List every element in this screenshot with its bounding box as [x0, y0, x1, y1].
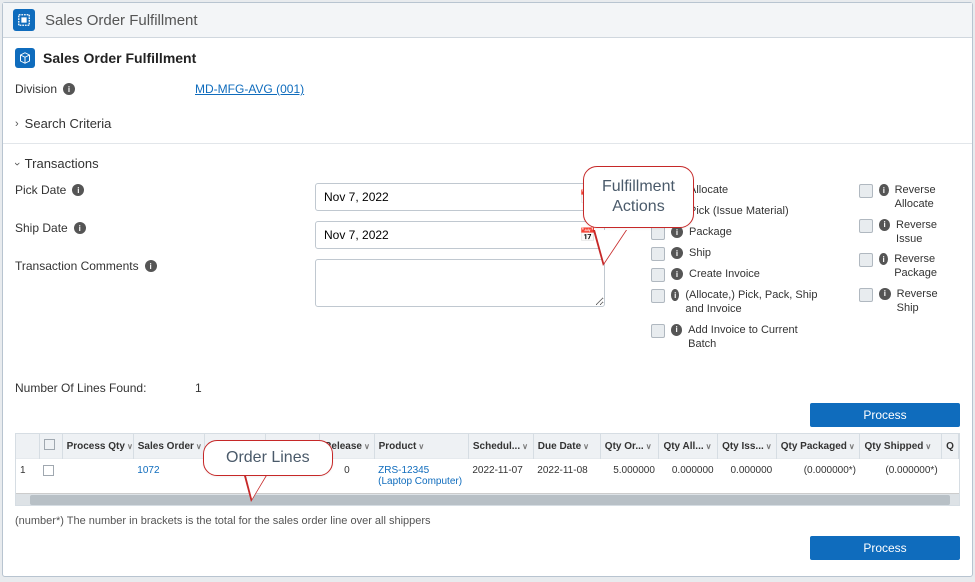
col-due-date[interactable]: Due Date∨ [533, 434, 600, 459]
panel-title: Sales Order Fulfillment [43, 50, 196, 66]
division-link[interactable]: MD-MFG-AVG (001) [195, 82, 304, 96]
transaction-comments-input[interactable] [315, 259, 605, 307]
checkbox-add-invoice-batch[interactable] [651, 324, 665, 338]
ship-date-label: Ship Date i [15, 221, 315, 235]
info-icon[interactable]: i [671, 247, 683, 259]
ship-date-field[interactable] [324, 228, 580, 242]
app-icon [13, 9, 35, 31]
callout-tail-icon [593, 230, 627, 266]
col-qty-ordered[interactable]: Qty Or...∨ [600, 434, 659, 459]
info-icon[interactable]: i [879, 253, 888, 265]
info-icon[interactable]: i [879, 219, 890, 231]
info-icon[interactable]: i [879, 288, 891, 300]
callout-fulfillment-actions: FulfillmentActions [583, 166, 694, 228]
info-icon[interactable]: i [671, 268, 683, 280]
info-icon[interactable]: i [671, 324, 682, 336]
checkbox-reverse-package[interactable] [859, 253, 873, 267]
grid-header-row: Process Qty∨ Sales Order∨ Shipper∨ Line … [16, 434, 959, 459]
col-overflow: Q [942, 434, 959, 459]
section-search-criteria[interactable]: › Search Criteria [15, 110, 960, 137]
lines-found-value: 1 [195, 381, 202, 395]
section-transactions[interactable]: › Transactions [15, 150, 960, 177]
fulfillment-actions-right: iReverse Allocate iReverse Issue iRevers… [859, 183, 960, 351]
col-scheduled[interactable]: Schedul...∨ [468, 434, 533, 459]
checkbox-reverse-ship[interactable] [859, 288, 873, 302]
row-checkbox[interactable] [43, 465, 54, 476]
select-all-checkbox[interactable] [44, 439, 55, 450]
chevron-down-icon: › [11, 162, 23, 166]
order-lines-grid: Process Qty∨ Sales Order∨ Shipper∨ Line … [15, 433, 960, 506]
callout-order-lines: Order Lines [203, 440, 333, 476]
horizontal-scrollbar[interactable] [16, 493, 959, 505]
footnote-text: (number*) The number in brackets is the … [15, 514, 435, 529]
info-icon[interactable]: i [879, 184, 889, 196]
division-label: Division i [15, 82, 195, 96]
info-icon[interactable]: i [145, 260, 157, 272]
pick-date-label: Pick Date i [15, 183, 315, 197]
col-qty-shipped[interactable]: Qty Shipped∨ [860, 434, 942, 459]
lines-found-label: Number Of Lines Found: [15, 381, 175, 395]
divider [3, 143, 972, 144]
titlebar: Sales Order Fulfillment [3, 3, 972, 38]
col-qty-allocated[interactable]: Qty All...∨ [659, 434, 718, 459]
info-icon[interactable]: i [72, 184, 84, 196]
pick-date-field[interactable] [324, 190, 580, 204]
info-icon[interactable]: i [671, 289, 679, 301]
app-title: Sales Order Fulfillment [45, 12, 198, 29]
sales-order-link[interactable]: 1072 [137, 465, 159, 476]
pick-date-input[interactable]: 📅 [315, 183, 605, 211]
checkbox-create-invoice[interactable] [651, 268, 665, 282]
process-button[interactable]: Process [810, 403, 960, 427]
cube-icon [15, 48, 35, 68]
checkbox-all-steps[interactable] [651, 289, 665, 303]
checkbox-package[interactable] [651, 226, 665, 240]
col-qty-packaged[interactable]: Qty Packaged∨ [776, 434, 860, 459]
process-button-bottom[interactable]: Process [810, 536, 960, 560]
scrollbar-thumb[interactable] [30, 495, 950, 505]
table-row[interactable]: 1 1072 1 0 ZRS-12345 (Laptop Computer) 2… [16, 459, 959, 494]
info-icon[interactable]: i [63, 83, 75, 95]
callout-tail-icon [243, 472, 269, 502]
chevron-right-icon: › [15, 118, 19, 130]
panel-header: Sales Order Fulfillment [3, 38, 972, 76]
ship-date-input[interactable]: 📅 [315, 221, 605, 249]
checkbox-ship[interactable] [651, 247, 665, 261]
col-sales-order[interactable]: Sales Order∨ [133, 434, 204, 459]
checkbox-reverse-issue[interactable] [859, 219, 873, 233]
col-process-qty[interactable]: Process Qty∨ [62, 434, 133, 459]
checkbox-reverse-allocate[interactable] [859, 184, 873, 198]
col-qty-issued[interactable]: Qty Iss...∨ [718, 434, 777, 459]
info-icon[interactable]: i [74, 222, 86, 234]
col-product[interactable]: Product∨ [374, 434, 468, 459]
transaction-comments-label: Transaction Comments i [15, 259, 315, 273]
product-link[interactable]: ZRS-12345 (Laptop Computer) [378, 465, 462, 487]
